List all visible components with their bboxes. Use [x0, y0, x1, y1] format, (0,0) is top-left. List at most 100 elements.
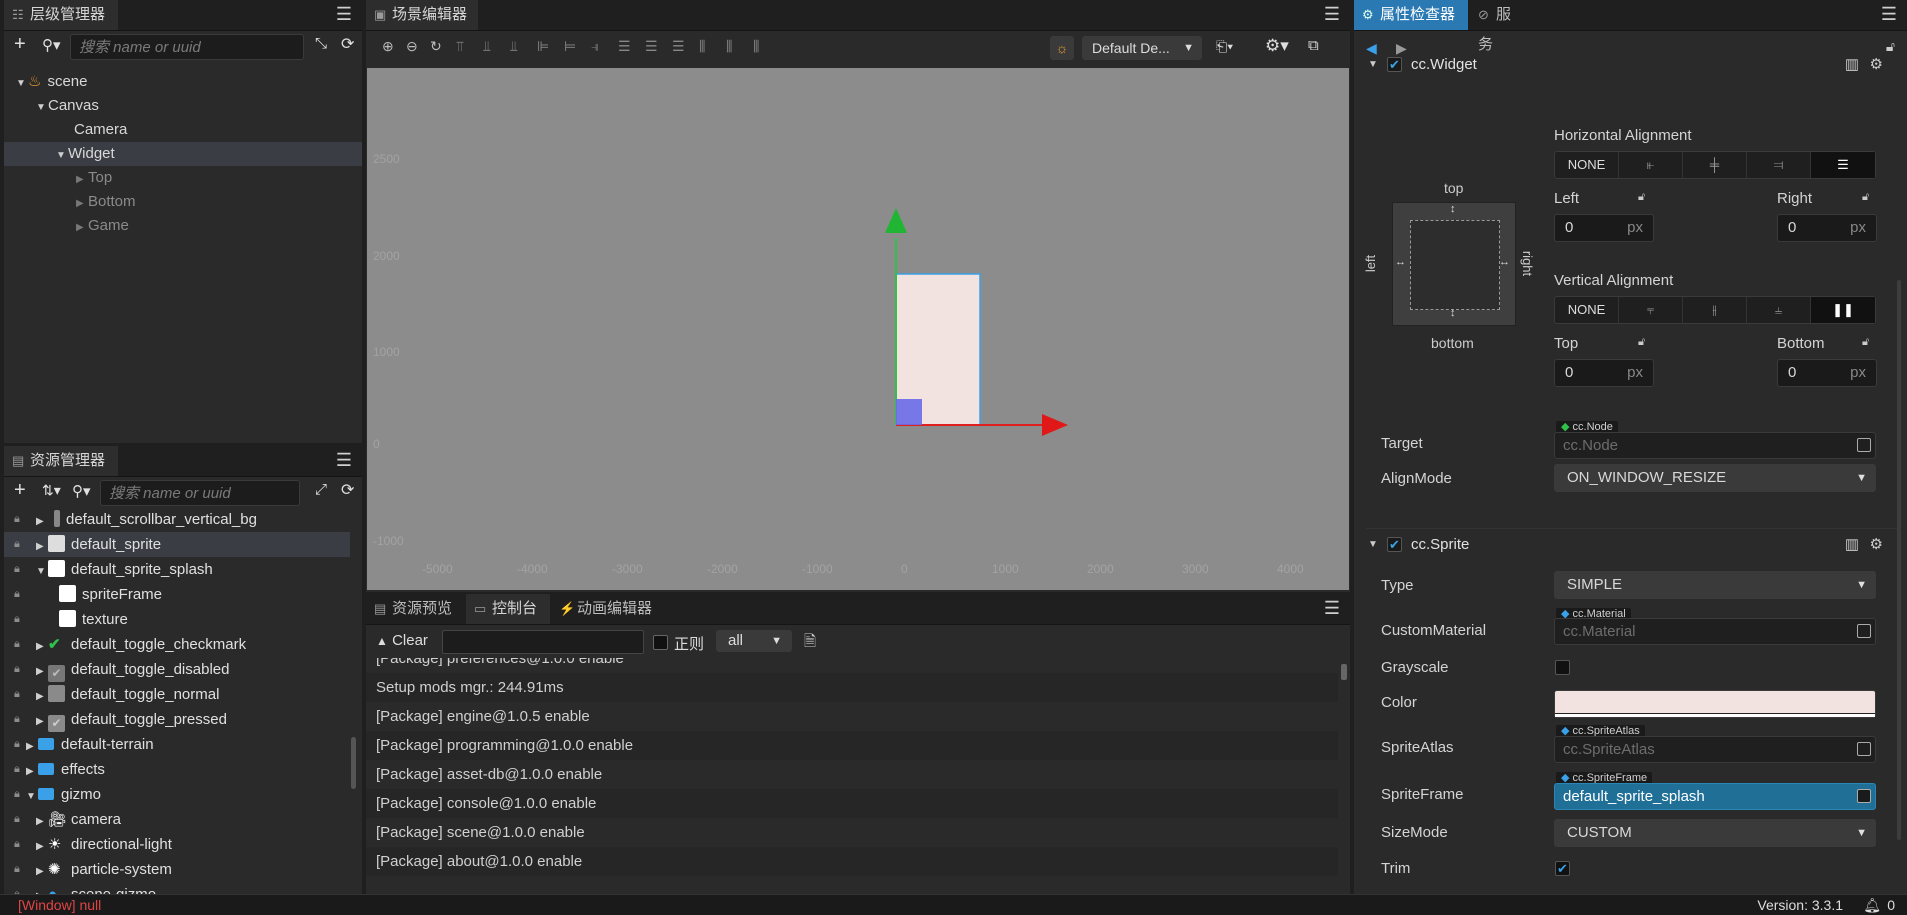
bell-icon[interactable]: 🔔︎	[1863, 895, 1881, 915]
lock-icon[interactable]: 🔒︎	[14, 557, 20, 582]
expand-icon[interactable]: ▼	[16, 72, 28, 96]
search-filter-icon[interactable]: ⚲▾	[72, 482, 91, 500]
grayscale-checkbox[interactable]	[1555, 660, 1570, 675]
tab-services[interactable]: ⊘ 服务	[1470, 0, 1530, 53]
asset-item[interactable]: 🔒︎ spriteFrame	[4, 582, 350, 607]
scene-canvas[interactable]: 2500 2000 1000 0 -1000 -5000 -4000 -3000…	[367, 68, 1349, 590]
lock-icon[interactable]: 🔒︎	[14, 732, 20, 757]
hierarchy-menu-icon[interactable]: ☰	[336, 0, 352, 30]
v-align-bottom[interactable]: ⫨	[1747, 297, 1811, 323]
h-align-stretch[interactable]: ☰	[1811, 152, 1875, 178]
pick-object-icon[interactable]	[1857, 438, 1871, 452]
v-align-none[interactable]: NONE	[1555, 297, 1619, 323]
lock-icon[interactable]: 🔒︎	[14, 807, 20, 832]
tab-console[interactable]: ▭ 控制台	[466, 594, 550, 624]
collapse-icon[interactable]: ▼	[1368, 51, 1378, 79]
align-bottom-icon[interactable]: ⫫	[510, 38, 518, 55]
lock-icon[interactable]: 🔒︎	[14, 532, 20, 557]
sort-icon[interactable]: ⇅▾	[42, 482, 61, 499]
right-input[interactable]: 0 px	[1777, 214, 1877, 242]
asset-item[interactable]: 🔒︎ ▶ ☀ directional-light	[4, 832, 350, 857]
distribute-hcenter-icon[interactable]: ⫼	[726, 38, 732, 55]
left-margin-icon[interactable]: ↔	[1395, 256, 1406, 268]
assets-menu-icon[interactable]: ☰	[336, 446, 352, 476]
asset-item[interactable]: 🔒︎ ▼ gizmo	[4, 782, 350, 807]
tab-hierarchy[interactable]: ☷ 层级管理器	[4, 0, 118, 30]
collapse-icon[interactable]: ▼	[1368, 531, 1378, 559]
log-level-select[interactable]: all ▼	[716, 630, 792, 652]
bottom-margin-icon[interactable]: ↕	[1450, 307, 1456, 319]
alignmode-select[interactable]: ON_WINDOW_RESIZE ▼	[1554, 464, 1876, 492]
left-lock-icon[interactable]: 🔓︎	[1638, 191, 1645, 204]
tree-node-scene[interactable]: ▼ ♨ scene	[4, 70, 362, 94]
camera-dropdown[interactable]: Default De... ▼	[1082, 36, 1202, 60]
sprite-atlas-field[interactable]: cc.SpriteAtlas	[1554, 736, 1876, 763]
tree-node-camera[interactable]: Camera	[4, 118, 362, 142]
component-settings-icon[interactable]: ⚙	[1870, 531, 1883, 559]
console-menu-icon[interactable]: ☰	[1324, 594, 1340, 624]
x-arrow-handle[interactable]	[1042, 414, 1068, 436]
inspector-menu-icon[interactable]: ☰	[1881, 0, 1897, 30]
lock-icon[interactable]: 🔒︎	[14, 682, 20, 707]
v-align-top[interactable]: ⫧	[1619, 297, 1683, 323]
asset-item[interactable]: 🔒︎ ▼ default_sprite_splash	[4, 557, 350, 582]
custom-material-field[interactable]: cc.Material	[1554, 618, 1876, 645]
trim-checkbox[interactable]: ✔	[1555, 861, 1570, 876]
light-toggle-icon[interactable]: ☼	[1050, 36, 1074, 60]
component-settings-icon[interactable]: ⚙	[1870, 51, 1883, 79]
lock-icon[interactable]: 🔒︎	[14, 582, 20, 607]
tree-node-canvas[interactable]: ▼ Canvas	[4, 94, 362, 118]
asset-item[interactable]: 🔒︎ ▶ ✔ default_toggle_checkmark	[4, 632, 350, 657]
align-top-icon[interactable]: ⫪	[456, 38, 464, 55]
v-align-middle[interactable]: ⫲	[1683, 297, 1747, 323]
collapsed-icon[interactable]: ▶	[76, 168, 88, 192]
distribute-right-icon[interactable]: ⫼	[753, 38, 759, 55]
open-log-file-icon[interactable]: 🗎︎	[804, 631, 816, 656]
console-scrollbar[interactable]	[1341, 664, 1347, 680]
pick-object-icon[interactable]	[1857, 624, 1871, 638]
tab-inspector[interactable]: ⚙ 属性检查器	[1354, 0, 1468, 30]
expand-icon[interactable]: ▼	[56, 144, 68, 168]
lock-icon[interactable]: 🔒︎	[14, 857, 20, 882]
pick-object-icon[interactable]	[1857, 789, 1871, 803]
xy-plane-handle[interactable]	[896, 399, 922, 425]
type-select[interactable]: SIMPLE ▼	[1554, 571, 1876, 599]
layout-icon[interactable]: ⧉	[1308, 37, 1319, 54]
collapse-all-icon[interactable]: ⤡	[315, 35, 327, 52]
distribute-bottom-icon[interactable]: ☰	[672, 38, 685, 55]
tab-asset-preview[interactable]: ▤ 资源预览	[366, 594, 465, 624]
anchor-box-outer[interactable]: ↕ ↕ ↔ ↔	[1392, 202, 1516, 326]
asset-item[interactable]: 🔒︎ ▶ default_sprite	[4, 532, 350, 557]
distribute-left-icon[interactable]: ⫼	[699, 38, 705, 55]
asset-item[interactable]: 🔒︎ ▶ 🎥︎ camera	[4, 807, 350, 832]
add-icon[interactable]: +	[14, 33, 26, 56]
refresh-icon[interactable]: ⟳	[341, 480, 354, 500]
distribute-top-icon[interactable]: ☰	[618, 38, 631, 55]
asset-item[interactable]: 🔒︎ ▶ ✔ default_toggle_disabled	[4, 657, 350, 682]
top-margin-icon[interactable]: ↕	[1450, 203, 1456, 215]
right-margin-icon[interactable]: ↔	[1499, 256, 1510, 268]
status-error-text[interactable]: [Window] null	[18, 895, 101, 915]
tab-scene-editor[interactable]: ▣ 场景编辑器	[366, 0, 478, 30]
console-filter-input[interactable]	[442, 630, 644, 654]
lock-icon[interactable]: 🔒︎	[14, 832, 20, 857]
reset-view-icon[interactable]: ↻	[430, 38, 442, 55]
bottom-input[interactable]: 0 px	[1777, 359, 1877, 387]
h-align-center[interactable]: ╪	[1683, 152, 1747, 178]
tree-node-widget[interactable]: ▼ Widget	[4, 142, 362, 166]
lock-icon[interactable]: 🔒︎	[14, 757, 20, 782]
lock-icon[interactable]: 🔒︎	[14, 632, 20, 657]
add-icon[interactable]: +	[14, 479, 26, 502]
tree-node-bottom[interactable]: ▶ Bottom	[4, 190, 362, 214]
top-input[interactable]: 0 px	[1554, 359, 1654, 387]
tab-assets[interactable]: ▤ 资源管理器	[4, 446, 118, 476]
align-hcenter-icon[interactable]: ⊨	[564, 38, 576, 55]
lock-icon[interactable]: 🔒︎	[14, 707, 20, 732]
collapsed-icon[interactable]: ▶	[76, 216, 88, 240]
hierarchy-search-input[interactable]: 搜索 name or uuid	[70, 34, 304, 60]
assets-scrollbar[interactable]	[351, 737, 356, 789]
h-align-right[interactable]: ⫤	[1747, 152, 1811, 178]
lock-icon[interactable]: 🔒︎	[14, 657, 20, 682]
right-lock-icon[interactable]: 🔓︎	[1862, 191, 1869, 204]
align-vcenter-icon[interactable]: ⫫	[483, 38, 491, 55]
